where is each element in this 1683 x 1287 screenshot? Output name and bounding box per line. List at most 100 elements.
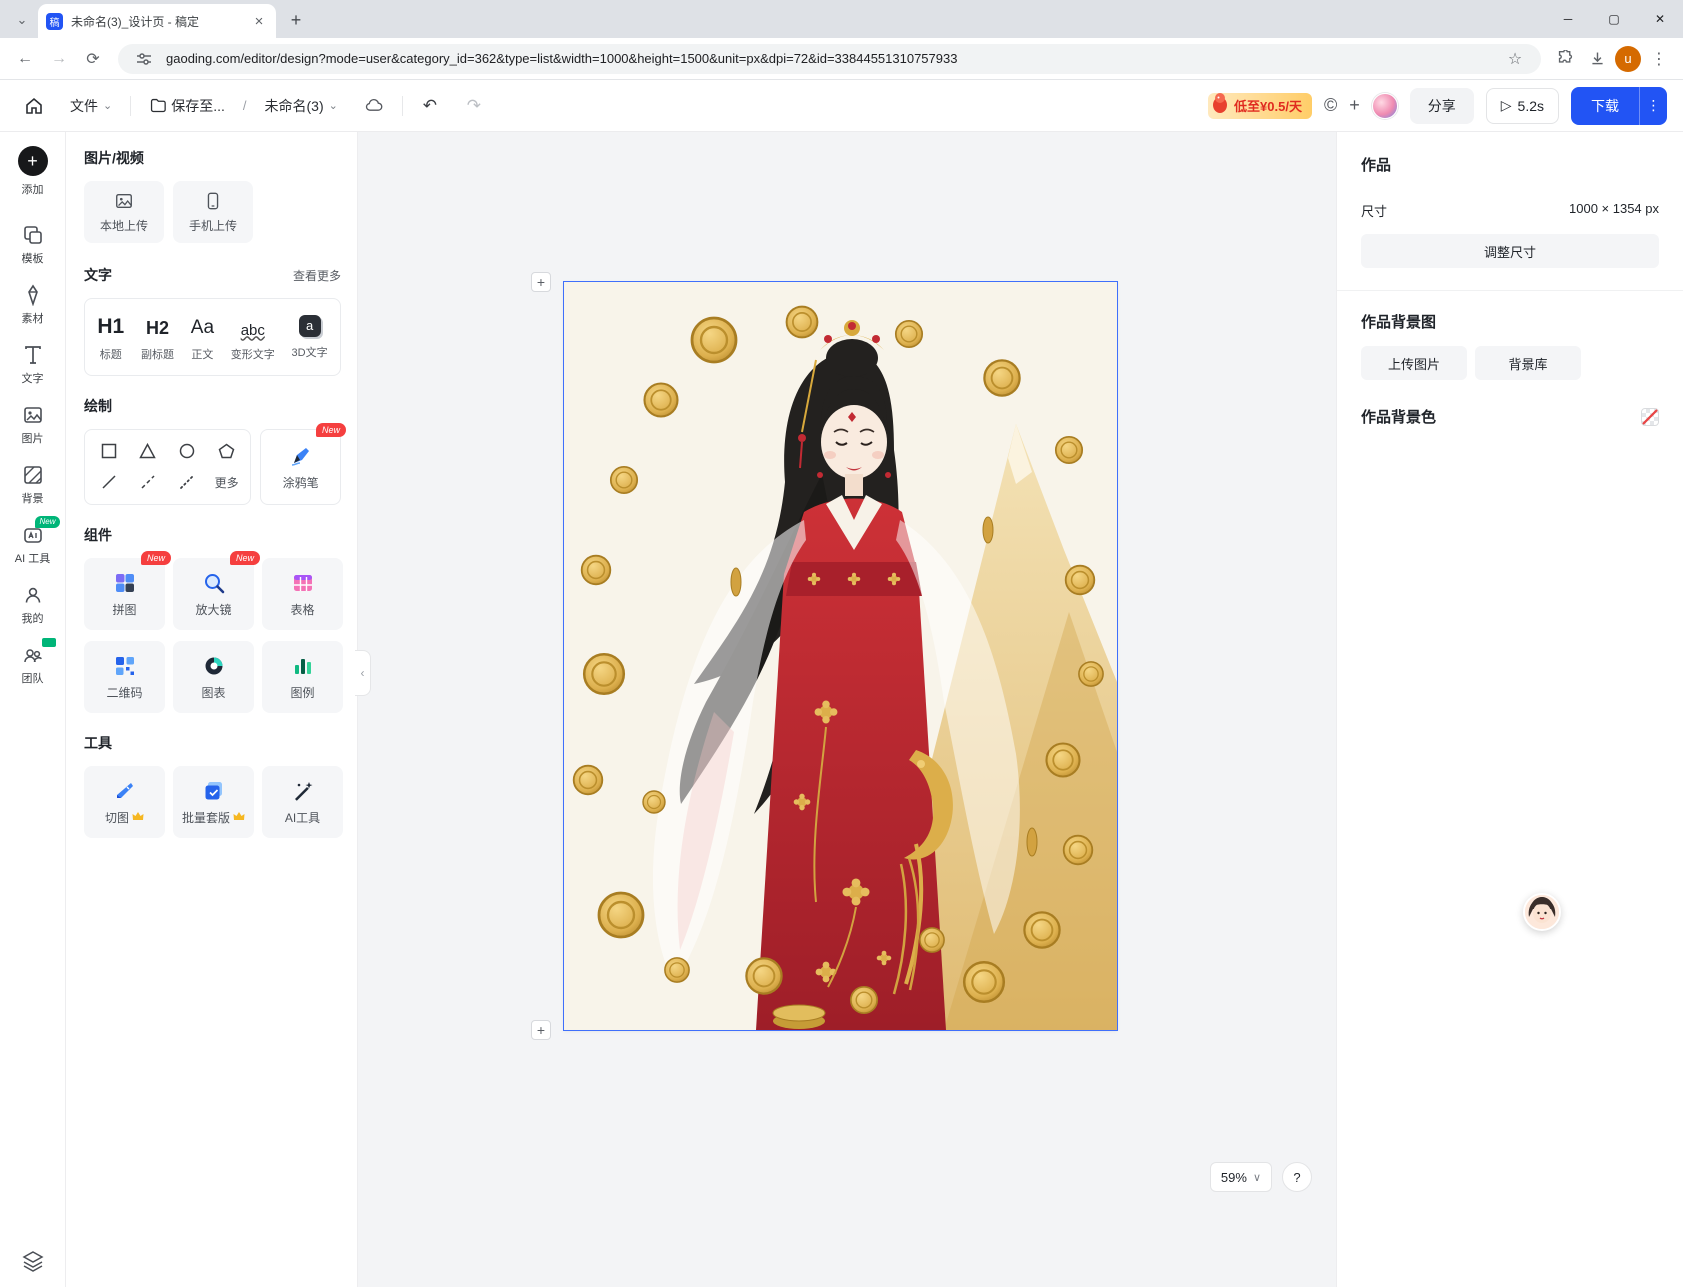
sidebar-item-label: AI 工具 xyxy=(15,550,50,566)
extensions-icon[interactable] xyxy=(1551,45,1579,73)
assistant-avatar-button[interactable] xyxy=(1523,893,1561,931)
chart-label: 图表 xyxy=(201,684,225,701)
qrcode-label: 二维码 xyxy=(106,684,142,701)
component-legend[interactable]: 图例 xyxy=(262,641,343,713)
zoom-control[interactable]: 59% ∨ xyxy=(1210,1162,1272,1192)
invite-plus-icon[interactable]: + xyxy=(1349,95,1360,116)
panel-collapse-handle[interactable]: ‹ xyxy=(355,650,371,696)
upload-bg-image-button[interactable]: 上传图片 xyxy=(1361,346,1467,380)
undo-button[interactable]: ↶ xyxy=(413,89,447,123)
pentagon-shape[interactable] xyxy=(218,443,235,459)
text-style-3d[interactable]: a 3D文字 xyxy=(292,315,328,360)
sidebar-item-mine[interactable]: 我的 xyxy=(4,575,62,635)
user-avatar[interactable] xyxy=(1372,93,1398,119)
preview-button[interactable]: ▷ 5.2s xyxy=(1486,88,1559,124)
promo-badge[interactable]: 低至¥0.5/天 xyxy=(1208,93,1312,119)
add-page-above-button[interactable]: + xyxy=(531,272,551,292)
design-canvas-artwork[interactable] xyxy=(564,282,1117,1030)
text-section-title: 文字 xyxy=(84,265,112,285)
browser-tab[interactable]: 稿 未命名(3)_设计页 - 稿定 × xyxy=(38,4,276,38)
downloads-icon[interactable] xyxy=(1583,45,1611,73)
browser-menu-icon[interactable]: ⋮ xyxy=(1645,45,1673,73)
cloud-sync-icon[interactable] xyxy=(356,89,392,123)
copyright-icon[interactable]: © xyxy=(1324,95,1337,116)
sidebar-item-templates[interactable]: 模板 xyxy=(4,215,62,275)
media-section-title: 图片/视频 xyxy=(84,148,341,168)
save-to-button[interactable]: 保存至... xyxy=(141,89,233,123)
doodle-pen-button[interactable]: New 涂鸦笔 xyxy=(260,429,341,505)
add-icon: + xyxy=(18,146,48,176)
resize-button[interactable]: 调整尺寸 xyxy=(1361,234,1659,268)
sidebar-item-add[interactable]: + 添加 xyxy=(18,146,48,197)
dotted-line-shape[interactable] xyxy=(179,474,195,490)
redo-button[interactable]: ↷ xyxy=(457,89,491,123)
crown-icon xyxy=(132,812,144,822)
sidebar-item-background[interactable]: 背景 xyxy=(4,455,62,515)
tool-batch-template[interactable]: 批量套版 xyxy=(173,766,254,838)
sidebar-item-label: 文字 xyxy=(22,370,44,386)
help-button[interactable]: ? xyxy=(1282,1162,1312,1192)
sidebar-item-text[interactable]: 文字 xyxy=(4,335,62,395)
slice-icon xyxy=(113,779,137,803)
component-chart[interactable]: 图表 xyxy=(173,641,254,713)
component-qrcode[interactable]: 二维码 xyxy=(84,641,165,713)
file-menu-label: 文件 xyxy=(70,96,98,116)
chevron-down-icon: ∨ xyxy=(1253,1171,1261,1184)
local-upload-button[interactable]: 本地上传 xyxy=(84,181,164,243)
browser-profile-avatar[interactable]: u xyxy=(1615,46,1641,72)
add-page-below-button[interactable]: + xyxy=(531,1020,551,1040)
shapes-more-button[interactable]: 更多 xyxy=(215,474,239,491)
bg-library-button[interactable]: 背景库 xyxy=(1475,346,1581,380)
square-shape[interactable] xyxy=(101,443,117,459)
circle-shape[interactable] xyxy=(179,443,195,459)
collage-icon xyxy=(113,571,137,595)
window-minimize-button[interactable]: ─ xyxy=(1545,0,1591,38)
doc-name-menu[interactable]: 未命名(3) ⌄ xyxy=(257,89,346,123)
component-magnifier[interactable]: New 放大镜 xyxy=(173,558,254,630)
body-glyph: Aa xyxy=(191,313,214,339)
back-button[interactable]: ← xyxy=(10,44,40,74)
component-collage[interactable]: New 拼图 xyxy=(84,558,165,630)
component-table[interactable]: 表格 xyxy=(262,558,343,630)
download-options-icon[interactable]: ⋮ xyxy=(1639,87,1667,125)
site-settings-icon[interactable] xyxy=(130,45,158,73)
new-tab-button[interactable]: + xyxy=(282,6,310,34)
text-see-more-link[interactable]: 查看更多 xyxy=(293,267,341,284)
file-menu[interactable]: 文件 ⌄ xyxy=(62,89,120,123)
text-style-warp[interactable]: abc 变形文字 xyxy=(231,313,275,362)
preview-time-label: 5.2s xyxy=(1518,98,1544,114)
download-label: 下载 xyxy=(1571,87,1639,125)
download-button[interactable]: 下载 ⋮ xyxy=(1571,87,1667,125)
sidebar-item-team[interactable]: 团队 xyxy=(4,635,62,695)
phone-upload-button[interactable]: 手机上传 xyxy=(173,181,253,243)
sidebar-item-materials[interactable]: 素材 xyxy=(4,275,62,335)
bg-color-swatch[interactable] xyxy=(1641,408,1659,426)
tab-search-chevron-icon[interactable]: ⌄ xyxy=(8,6,36,34)
forward-button[interactable]: → xyxy=(44,44,74,74)
share-button[interactable]: 分享 xyxy=(1410,88,1474,124)
refresh-button[interactable]: ⟳ xyxy=(78,44,108,74)
text-style-h1[interactable]: H1 标题 xyxy=(97,313,124,362)
new-badge: New xyxy=(230,551,260,565)
text-style-body[interactable]: Aa 正文 xyxy=(191,313,214,362)
triangle-shape[interactable] xyxy=(139,443,156,459)
sidebar-item-images[interactable]: 图片 xyxy=(4,395,62,455)
text-icon xyxy=(22,344,44,366)
tool-ai[interactable]: AI工具 xyxy=(262,766,343,838)
sidebar-item-ai-tools[interactable]: New AI 工具 xyxy=(4,515,62,575)
window-close-button[interactable]: ✕ xyxy=(1637,0,1683,38)
line-shape[interactable] xyxy=(101,474,117,490)
browser-tab-strip: ⌄ 稿 未命名(3)_设计页 - 稿定 × + ─ ▢ ✕ xyxy=(0,0,1683,38)
layers-icon[interactable] xyxy=(21,1249,45,1273)
text-style-h2[interactable]: H2 副标题 xyxy=(141,313,174,362)
tool-slice[interactable]: 切图 xyxy=(84,766,165,838)
bookmark-star-icon[interactable]: ☆ xyxy=(1501,45,1529,73)
chevron-down-icon: ⌄ xyxy=(329,99,338,112)
window-maximize-button[interactable]: ▢ xyxy=(1591,0,1637,38)
components-section-title: 组件 xyxy=(84,525,341,545)
home-button[interactable] xyxy=(16,89,52,123)
tab-close-icon[interactable]: × xyxy=(250,12,268,30)
url-field[interactable]: gaoding.com/editor/design?mode=user&cate… xyxy=(118,44,1541,74)
editor-topbar: 文件 ⌄ 保存至... / 未命名(3) ⌄ ↶ ↷ 低至¥0.5/天 © + … xyxy=(0,80,1683,132)
dashed-line-shape[interactable] xyxy=(140,474,156,490)
